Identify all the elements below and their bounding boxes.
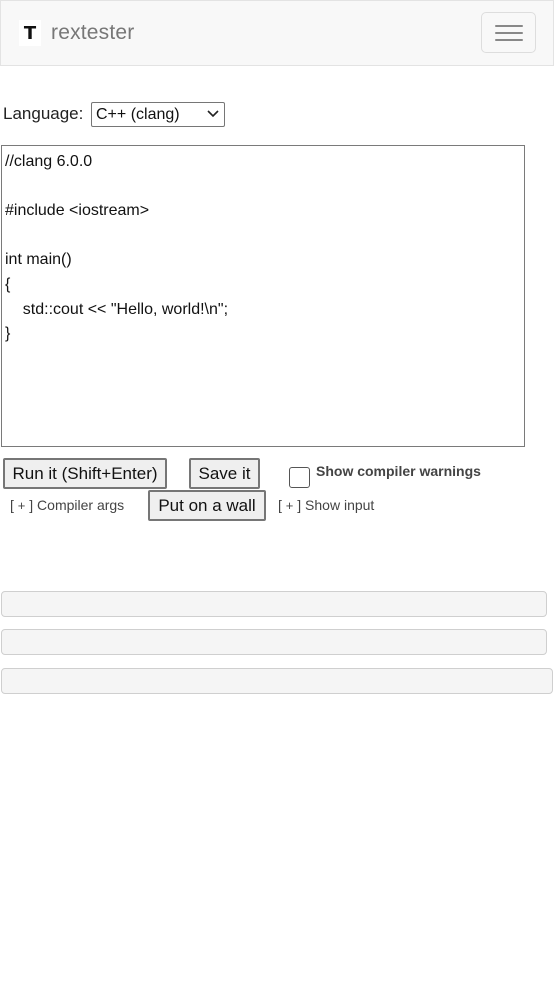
- compiler-args-label: Compiler args: [37, 497, 125, 513]
- save-button[interactable]: Save it: [189, 458, 260, 489]
- logo-icon: T: [19, 20, 41, 46]
- compiler-warnings-label[interactable]: Show compiler warnings: [316, 463, 481, 479]
- bracket-open: [: [10, 497, 14, 513]
- show-input-label: Show input: [305, 497, 375, 513]
- navbar: T rextester: [0, 0, 554, 66]
- bracket-close: ]: [297, 497, 302, 513]
- hamburger-menu-icon: [495, 25, 523, 27]
- brand-name[interactable]: rextester: [51, 21, 135, 45]
- bracket-open: [: [278, 497, 282, 513]
- show-input-toggle[interactable]: [ + ] Show input: [278, 497, 374, 513]
- compiler-args-toggle[interactable]: [ + ] Compiler args: [10, 497, 124, 513]
- bracket-close: ]: [29, 497, 34, 513]
- put-on-wall-button[interactable]: Put on a wall: [148, 490, 266, 521]
- brand[interactable]: T rextester: [19, 18, 135, 48]
- stats-panel: [1, 668, 553, 694]
- plus-icon: +: [17, 498, 26, 513]
- warnings-panel: [1, 629, 547, 655]
- hamburger-menu-icon: [495, 39, 523, 41]
- hamburger-menu-icon: [495, 32, 523, 34]
- plus-icon: +: [285, 498, 294, 513]
- code-editor[interactable]: //clang 6.0.0 #include <iostream> int ma…: [1, 145, 525, 447]
- language-select[interactable]: C++ (clang): [91, 102, 225, 127]
- run-button[interactable]: Run it (Shift+Enter): [3, 458, 167, 489]
- compiler-warnings-checkbox[interactable]: [289, 467, 310, 488]
- output-panel: [1, 591, 547, 617]
- language-label: Language:: [3, 104, 84, 123]
- menu-toggle-button[interactable]: [481, 12, 536, 53]
